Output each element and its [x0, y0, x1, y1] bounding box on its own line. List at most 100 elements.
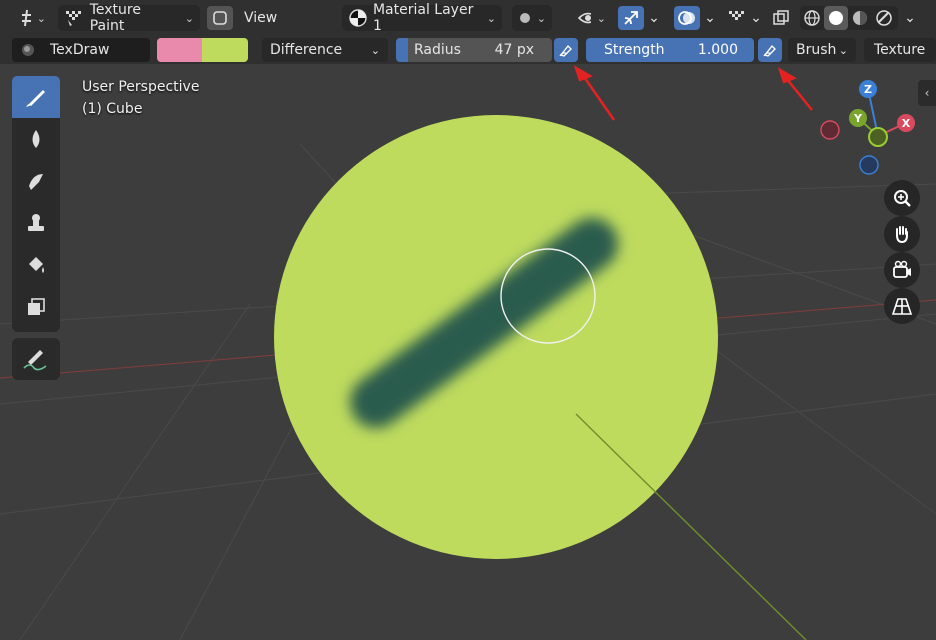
secondary-color: [202, 38, 248, 62]
annotate-icon: [23, 350, 47, 371]
material-slot-label: Material Layer 1: [372, 2, 474, 34]
radius-pressure-button[interactable]: [554, 38, 578, 62]
overlays-options-dropdown[interactable]: ⌄: [700, 6, 720, 30]
brush-selector[interactable]: TexDraw: [12, 38, 150, 62]
texture-menu[interactable]: Texture: [864, 38, 936, 62]
viewport-header: ⌄ Texture Paint ⌄ View Material Layer 1 …: [0, 0, 936, 36]
soften-tool[interactable]: [12, 118, 60, 160]
material-preview-icon: [853, 11, 867, 25]
y-axis-label: Y: [853, 112, 863, 125]
chevron-down-icon: ⌄: [648, 10, 660, 26]
solid-shading-button[interactable]: [824, 6, 848, 30]
zoom-button[interactable]: [884, 180, 920, 216]
brush-sphere-icon: [22, 44, 34, 56]
radius-value: 47 px: [494, 42, 534, 58]
xray-icon: [773, 10, 789, 25]
view-menu[interactable]: View: [238, 5, 283, 31]
chevron-down-icon: ⌄: [184, 11, 194, 25]
wireframe-sphere-icon: [804, 10, 820, 26]
shading-options-dropdown[interactable]: ⌄: [900, 6, 920, 30]
viewport-canvas[interactable]: [0, 64, 936, 640]
rendered-shading-button[interactable]: [872, 6, 896, 30]
camera-icon: [893, 260, 911, 278]
viewport-info-overlay: User Perspective (1) Cube: [82, 76, 199, 120]
pen-pressure-icon: [559, 44, 572, 57]
radius-label: Radius: [414, 42, 461, 58]
blend-mode-selector[interactable]: Difference ⌄: [262, 38, 388, 62]
zoom-icon: [894, 190, 911, 207]
radius-slider[interactable]: Radius 47 px: [396, 38, 552, 62]
primary-color: [157, 38, 202, 62]
gizmo-icon: [624, 11, 638, 25]
rendered-sphere-icon: [876, 10, 892, 26]
chevron-down-icon: ⌄: [596, 11, 606, 25]
smear-tool[interactable]: [12, 160, 60, 202]
mask-tool[interactable]: [12, 286, 60, 328]
soften-icon: [32, 130, 40, 148]
gizmo-toggle-button[interactable]: [618, 6, 644, 30]
chevron-down-icon: ⌄: [486, 11, 496, 25]
texture-slot-dropdown[interactable]: ⌄: [748, 6, 764, 30]
camera-view-button[interactable]: [884, 252, 920, 288]
editor-type-selector[interactable]: ⌄: [14, 5, 52, 31]
solid-sphere-icon: [829, 11, 843, 25]
draw-brush-icon: [26, 90, 45, 107]
overlays-toggle-button[interactable]: [674, 6, 700, 30]
clone-icon: [28, 214, 44, 231]
brush-name: TexDraw: [50, 42, 110, 58]
strength-pressure-button[interactable]: [758, 38, 782, 62]
clone-tool[interactable]: [12, 202, 60, 244]
eye-icon: [578, 12, 591, 24]
texture-slot-button[interactable]: [724, 6, 750, 30]
hand-icon: [896, 226, 908, 244]
neg-y-axis-dot[interactable]: [868, 127, 888, 147]
grid-perspective-icon: [891, 298, 913, 315]
fill-tool[interactable]: [12, 244, 60, 286]
view-name: User Perspective: [82, 79, 200, 95]
annotation-arrows: [573, 65, 813, 121]
chevron-left-icon: ‹: [924, 86, 930, 100]
neg-x-axis-dot[interactable]: [820, 120, 840, 140]
annotate-tool[interactable]: [12, 338, 60, 380]
chevron-down-icon: ⌄: [750, 10, 762, 26]
perspective-toggle-button[interactable]: [884, 288, 920, 324]
z-axis-label: Z: [864, 83, 872, 96]
overlays-icon: [678, 11, 695, 25]
neg-z-axis-dot[interactable]: [859, 155, 879, 175]
pen-pressure-icon: [763, 44, 776, 57]
wireframe-shading-button[interactable]: [800, 6, 824, 30]
toggle-xray-shading-button[interactable]: [768, 6, 794, 30]
mask-icon: [28, 298, 45, 315]
square-icon: [213, 11, 227, 25]
visibility-selector[interactable]: ⌄: [572, 5, 612, 31]
toggle-xray-button[interactable]: [207, 6, 233, 30]
brush-menu[interactable]: Brush ⌄: [788, 38, 856, 62]
pan-button[interactable]: [884, 216, 920, 252]
primary-color-swatch[interactable]: [157, 38, 202, 62]
draw-tool[interactable]: [12, 76, 60, 118]
chevron-down-icon: ⌄: [838, 43, 848, 57]
chevron-down-icon: ⌄: [904, 10, 916, 26]
fill-icon: [29, 257, 44, 273]
chevron-down-icon: ⌄: [704, 10, 716, 26]
dot-icon: [520, 13, 530, 23]
strength-slider[interactable]: Strength 1.000: [586, 38, 754, 62]
material-slot-selector[interactable]: Material Layer 1 ⌄: [342, 2, 502, 34]
grid-editor-icon: [22, 9, 31, 27]
navigation-gizmo[interactable]: Z Y X: [810, 76, 928, 180]
blend-mode-label: Difference: [270, 42, 343, 58]
chevron-down-icon: ⌄: [36, 11, 46, 25]
radius-slider-fill: [396, 38, 408, 62]
object-name: (1) Cube: [82, 101, 143, 117]
strength-value: 1.000: [697, 42, 738, 58]
secondary-color-swatch[interactable]: [202, 38, 248, 62]
texture-paint-icon: [66, 11, 81, 26]
sidebar-toggle-button[interactable]: ‹: [918, 80, 936, 106]
gizmo-options-dropdown[interactable]: ⌄: [644, 6, 664, 30]
material-preview-button[interactable]: [848, 6, 872, 30]
mode-selector[interactable]: Texture Paint ⌄: [58, 2, 200, 34]
chevron-down-icon: ⌄: [370, 43, 380, 57]
mode-label: Texture Paint: [89, 2, 141, 34]
shading-color-selector[interactable]: ⌄: [512, 5, 552, 31]
tool-shelf: [12, 76, 60, 332]
